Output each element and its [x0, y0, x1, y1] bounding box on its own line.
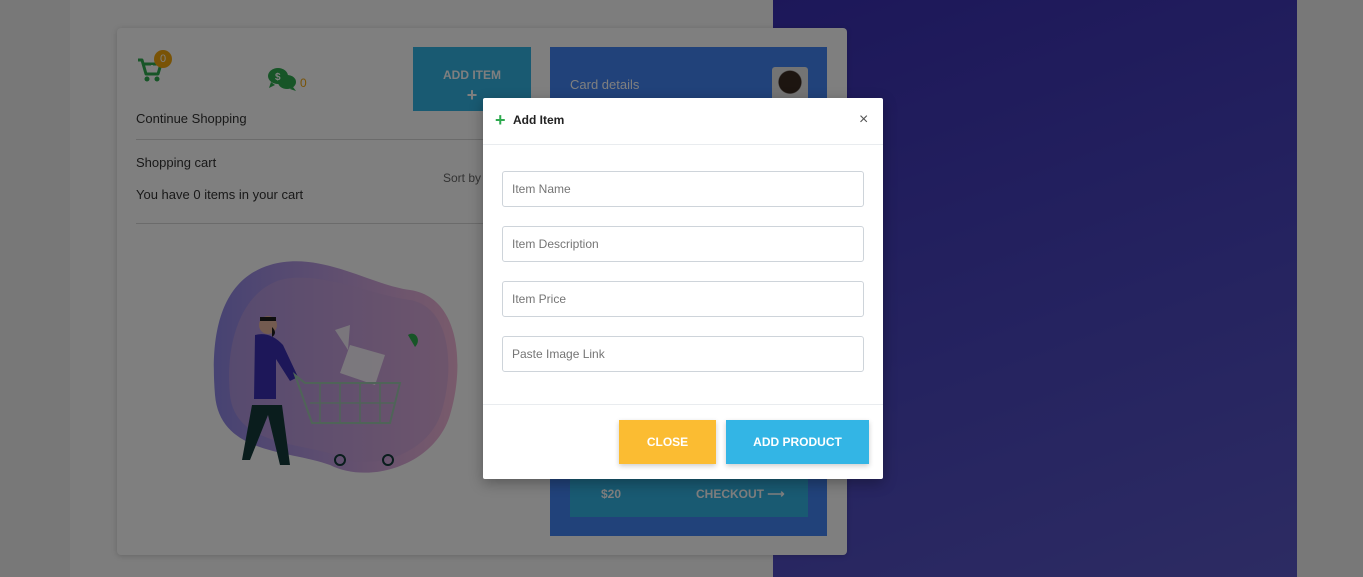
plus-icon: + [495, 110, 506, 130]
page-background: 0 $ 0 ADD ITEM + Card details $20 CHECKO… [0, 0, 1363, 577]
item-description-input[interactable] [502, 226, 864, 262]
modal-header: + Add Item × [483, 98, 883, 145]
add-item-modal: + Add Item × CLOSE ADD PRODUCT [483, 98, 883, 479]
image-link-input[interactable] [502, 336, 864, 372]
close-icon[interactable]: × [859, 112, 868, 128]
item-price-input[interactable] [502, 281, 864, 317]
item-name-input[interactable] [502, 171, 864, 207]
modal-title: Add Item [513, 113, 565, 127]
modal-footer-divider [483, 404, 883, 405]
close-button[interactable]: CLOSE [619, 420, 716, 464]
add-product-button[interactable]: ADD PRODUCT [726, 420, 869, 464]
